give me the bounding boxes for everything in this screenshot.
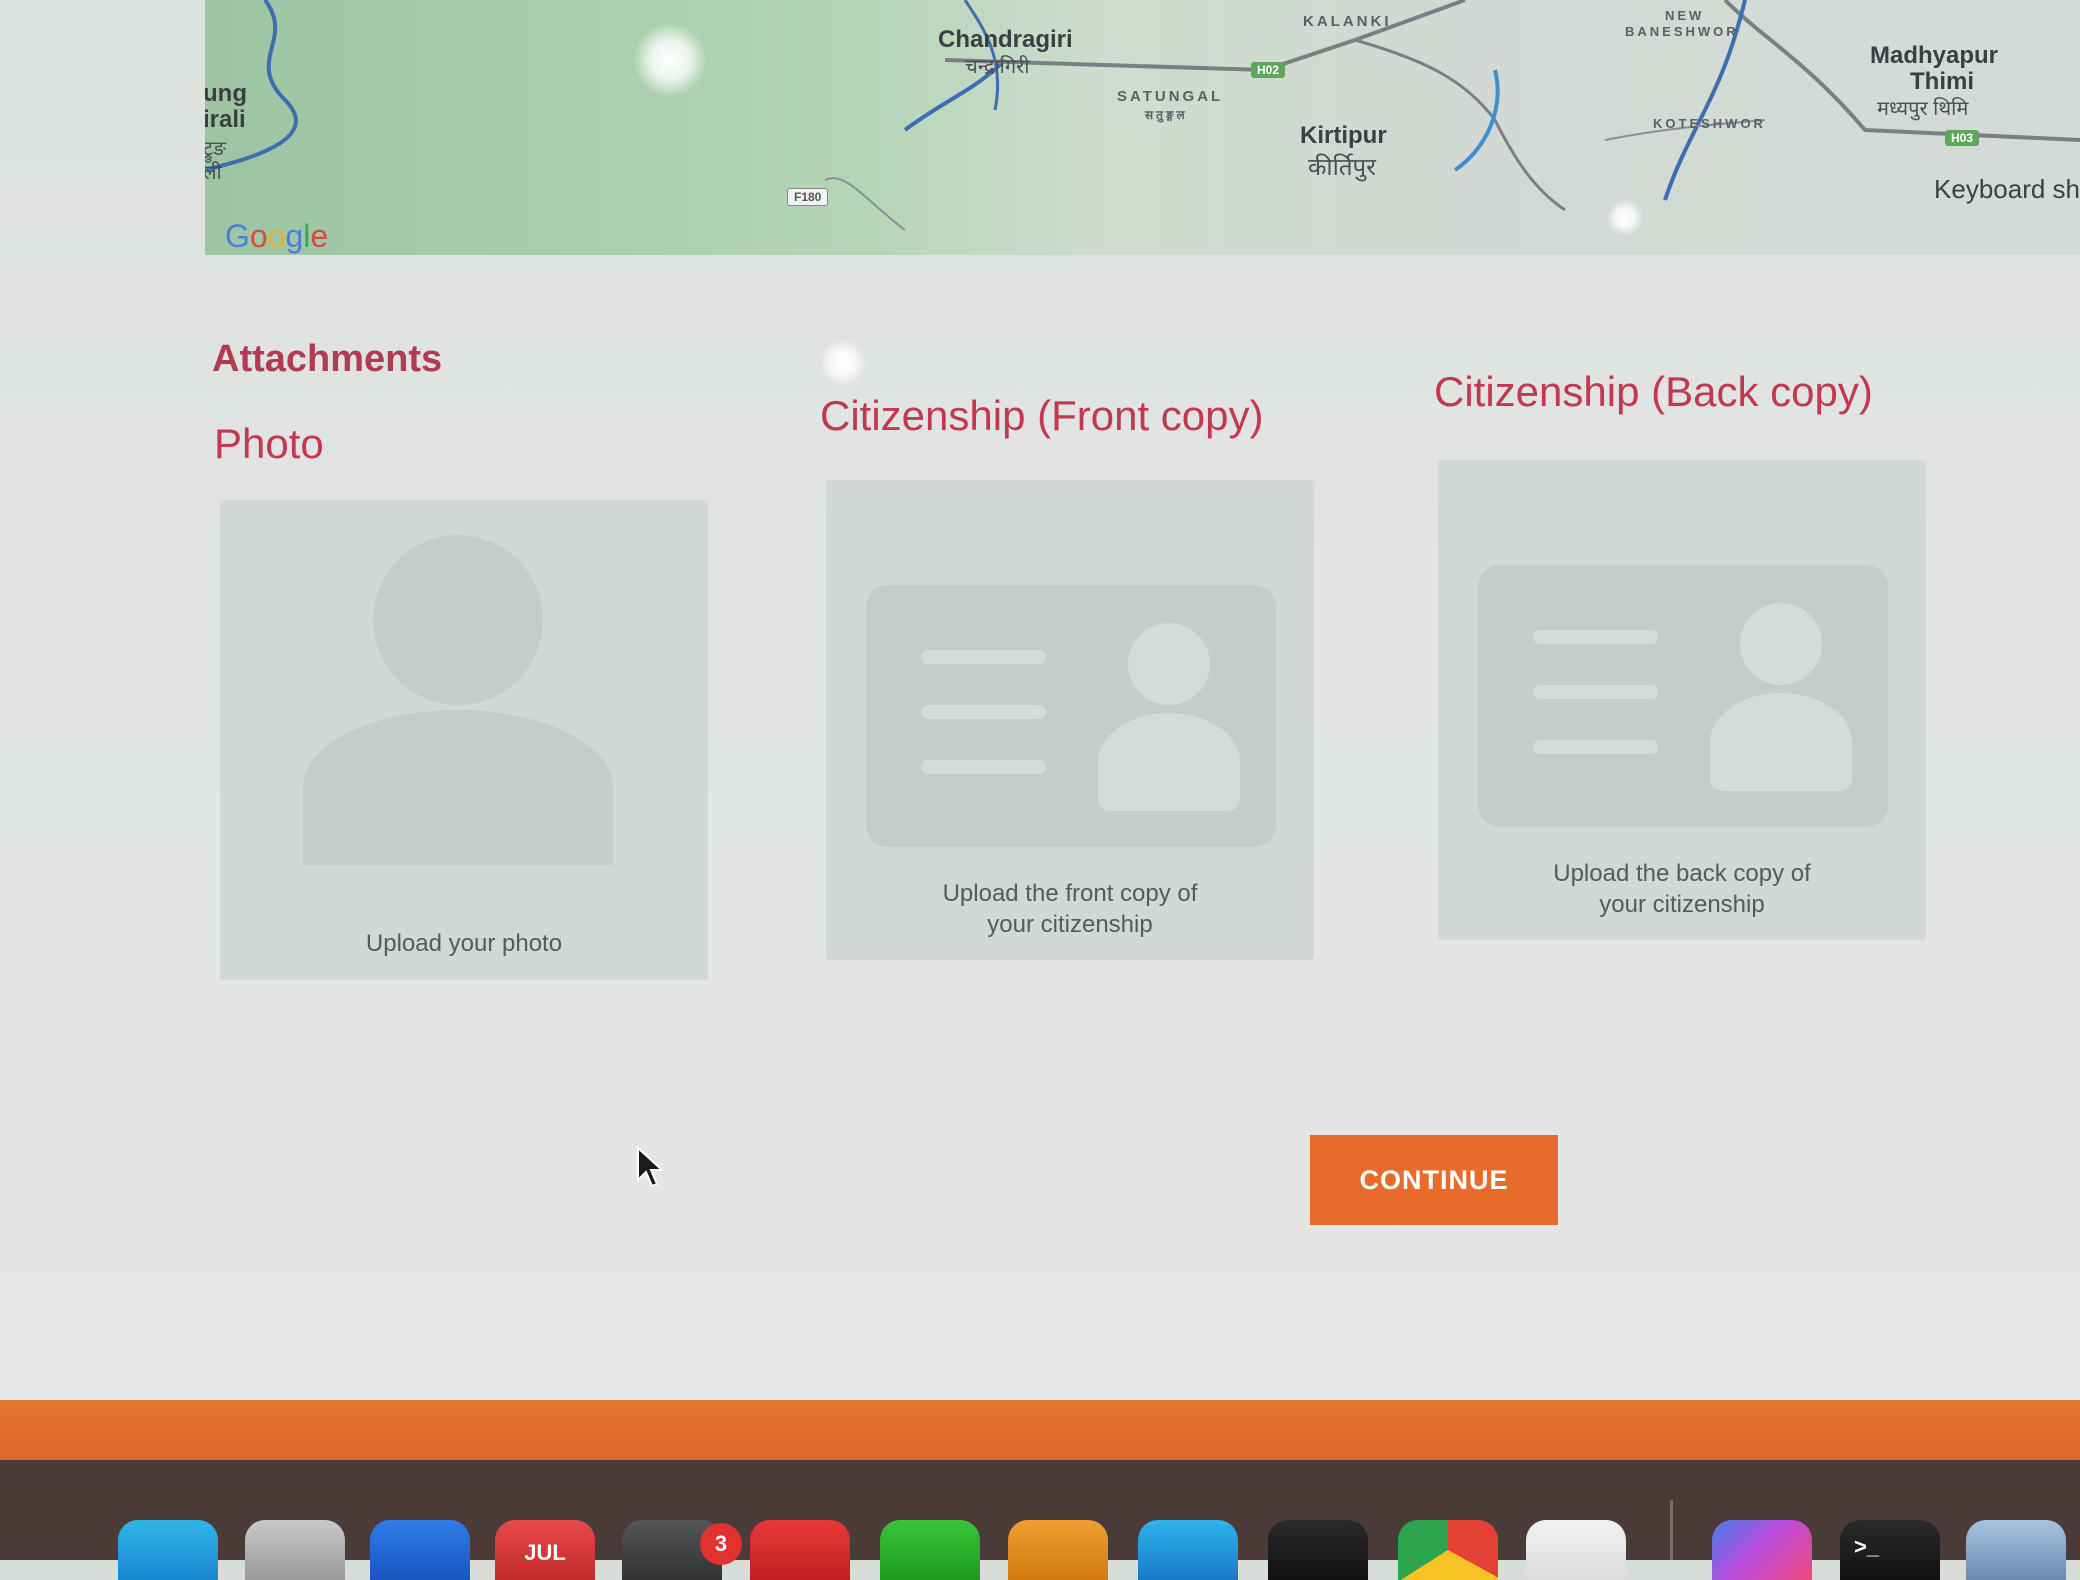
- continue-button[interactable]: CONTINUE: [1310, 1135, 1558, 1225]
- presentation-app-icon[interactable]: [750, 1520, 850, 1580]
- id-card-person-body: [1098, 713, 1240, 811]
- screen-glare: [630, 25, 710, 95]
- figma-icon[interactable]: [1268, 1520, 1368, 1580]
- keyboard-shortcuts-link[interactable]: Keyboard sh: [1934, 174, 2080, 205]
- citizenship-front-upload-card[interactable]: Upload the front copy of your citizenshi…: [826, 480, 1314, 960]
- id-card-line: [921, 705, 1046, 719]
- vscode-icon[interactable]: [1526, 1520, 1626, 1580]
- map-label-left-2: irali: [205, 106, 246, 133]
- chrome-icon[interactable]: [1398, 1520, 1498, 1580]
- mail-icon[interactable]: [370, 1520, 470, 1580]
- notification-badge: 3: [700, 1523, 742, 1565]
- photo-upload-card[interactable]: Upload your photo: [220, 500, 708, 980]
- map-label-chandragiri-dev: चन्द्रागिरी: [965, 56, 1030, 78]
- messenger-icon[interactable]: [1712, 1520, 1812, 1580]
- map-label-kirtipur: Kirtipur: [1300, 122, 1387, 149]
- xcode-icon[interactable]: [1138, 1520, 1238, 1580]
- mouse-cursor-icon: [637, 1146, 665, 1188]
- id-card-person-body: [1710, 693, 1852, 791]
- map-label-left-4: ली: [205, 162, 222, 184]
- road-badge-h03: H03: [1945, 130, 1980, 146]
- id-card-person-head: [1128, 623, 1210, 705]
- map-label-kirtipur-dev: कीर्तिपुर: [1308, 154, 1376, 181]
- map-label-madhyapur-dev: मध्यपुर थिमि: [1877, 98, 1969, 120]
- photo-upload-caption: Upload your photo: [365, 930, 563, 957]
- id-card-line: [921, 650, 1046, 664]
- calendar-icon[interactable]: JUL: [495, 1520, 595, 1580]
- photo-title: Photo: [214, 420, 324, 467]
- citizenship-front-title: Citizenship (Front copy): [820, 392, 1264, 439]
- citizenship-back-caption: Upload the back copy of your citizenship: [1438, 858, 1926, 920]
- finder-icon[interactable]: [118, 1520, 218, 1580]
- back-caption-line-1: Upload the back copy of: [1553, 860, 1811, 887]
- id-card-person-head: [1740, 603, 1822, 685]
- location-map[interactable]: Chandragiri चन्द्रागिरी KALANKI SATUNGAL…: [205, 0, 2080, 255]
- id-card-icon: [1478, 565, 1888, 827]
- map-label-satungal: SATUNGAL: [1117, 88, 1224, 105]
- map-label-new: NEW: [1665, 8, 1705, 23]
- id-card-icon: [866, 585, 1276, 847]
- numbers-icon[interactable]: [880, 1520, 980, 1580]
- map-label-left-1: ung: [205, 80, 247, 107]
- screen-glare: [818, 340, 868, 385]
- front-caption-line-2: your citizenship: [987, 911, 1153, 938]
- map-label-chandragiri: Chandragiri: [938, 26, 1073, 53]
- map-label-koteshwor: KOTESHWOR: [1653, 116, 1766, 131]
- screen-glare: [1605, 200, 1645, 235]
- page: Chandragiri चन्द्रागिरी KALANKI SATUNGAL…: [0, 0, 2080, 1440]
- road-badge-h02: H02: [1251, 62, 1286, 78]
- map-label-thimi: Thimi: [1910, 68, 1974, 95]
- road-badge-f180: F180: [787, 188, 829, 206]
- front-caption-line-1: Upload the front copy of: [942, 880, 1198, 907]
- id-card-line: [1533, 630, 1658, 644]
- map-label-madhyapur: Madhyapur: [1870, 42, 1999, 69]
- pages-icon[interactable]: [1008, 1520, 1108, 1580]
- back-caption-line-2: your citizenship: [1599, 891, 1765, 918]
- person-icon-body: [303, 710, 613, 865]
- map-label-baneshwor: BANESHWOR: [1625, 24, 1739, 39]
- map-label-satungal-dev: सतुङ्गल: [1145, 108, 1188, 122]
- map-roads: [205, 0, 2080, 231]
- id-card-line: [1533, 740, 1658, 754]
- citizenship-front-caption: Upload the front copy of your citizenshi…: [826, 878, 1314, 940]
- terminal-prompt: >_: [1854, 1534, 1880, 1559]
- id-card-line: [921, 760, 1046, 774]
- citizenship-back-title: Citizenship (Back copy): [1434, 368, 1873, 415]
- calendar-month: JUL: [524, 1540, 566, 1565]
- dock-separator: [1670, 1500, 1673, 1560]
- google-logo: Google: [225, 218, 329, 254]
- map-label-kalanki: KALANKI: [1303, 13, 1392, 30]
- attachments-heading: Attachments: [212, 338, 443, 380]
- terminal-icon[interactable]: >_: [1840, 1520, 1940, 1580]
- citizenship-back-upload-card[interactable]: Upload the back copy of your citizenship: [1438, 460, 1926, 940]
- map-label-left-3: ट्रुङ: [205, 138, 226, 160]
- person-icon: [373, 535, 543, 705]
- launchpad-icon[interactable]: [245, 1520, 345, 1580]
- id-card-line: [1533, 685, 1658, 699]
- preview-icon[interactable]: [1966, 1520, 2066, 1580]
